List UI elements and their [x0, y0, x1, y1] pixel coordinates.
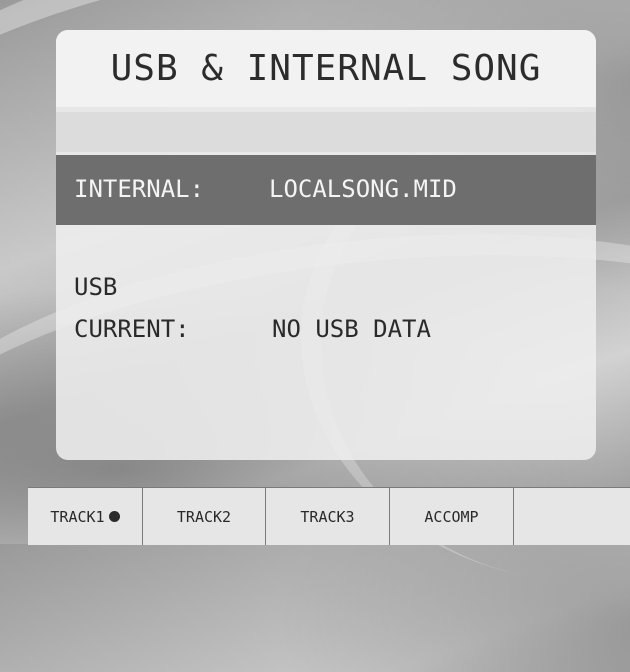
- tab-empty[interactable]: [514, 488, 630, 545]
- filled-dot-icon: [108, 511, 120, 522]
- empty-row: [56, 112, 596, 152]
- tab-accomp[interactable]: ACCOMP: [390, 488, 514, 545]
- tab-label: TRACK1: [50, 507, 105, 526]
- tab-track1[interactable]: TRACK1: [28, 488, 143, 545]
- tab-label: ACCOMP: [424, 507, 479, 526]
- page-title: USB & INTERNAL SONG: [56, 30, 596, 107]
- track-tab-bar: TRACK1 TRACK2 TRACK3 ACCOMP: [28, 487, 630, 545]
- tab-track3[interactable]: TRACK3: [266, 488, 390, 545]
- usb-section: USB CURRENT: NO USB DATA: [56, 226, 596, 460]
- usb-label: USB: [74, 273, 118, 301]
- tab-label: TRACK3: [300, 507, 355, 526]
- internal-song-row[interactable]: INTERNAL: LOCALSONG.MID: [56, 155, 596, 225]
- internal-label: INTERNAL:: [74, 175, 205, 203]
- tab-track2[interactable]: TRACK2: [143, 488, 266, 545]
- current-label: CURRENT:: [74, 315, 190, 343]
- internal-song-name: LOCALSONG.MID: [269, 175, 457, 203]
- song-panel: USB & INTERNAL SONG INTERNAL: LOCALSONG.…: [56, 30, 596, 460]
- current-usb-value: NO USB DATA: [272, 315, 431, 343]
- tab-label: TRACK2: [176, 507, 232, 526]
